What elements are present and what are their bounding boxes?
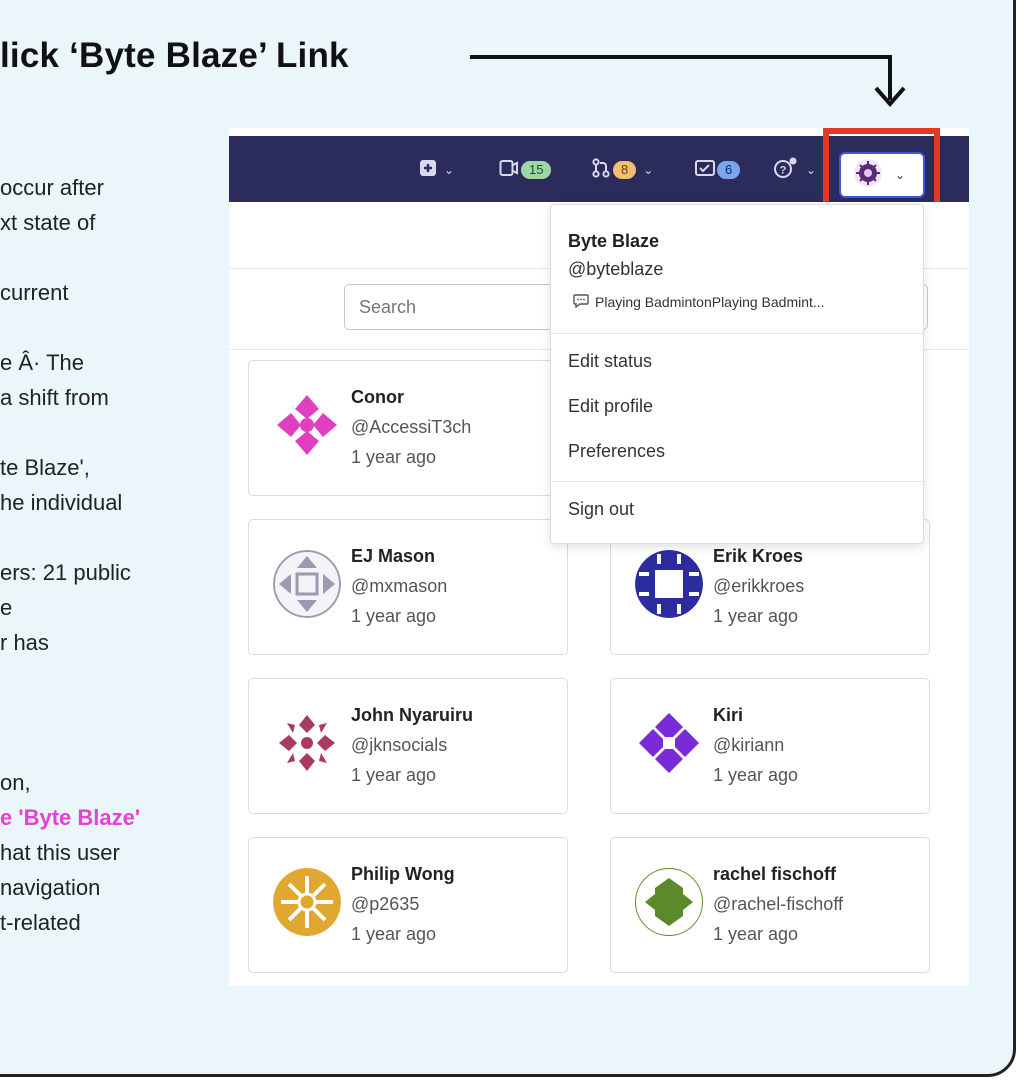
user-joined-time: 1 year ago — [351, 606, 437, 626]
explanation-line: on, — [0, 770, 31, 795]
explanation-line — [0, 310, 190, 345]
explanation-line — [0, 240, 190, 275]
svg-text:?: ? — [780, 164, 787, 176]
user-card[interactable]: John Nyaruiru @jknsocials 1 year ago — [248, 678, 568, 814]
plus-square-icon — [419, 159, 437, 182]
user-avatar — [635, 550, 703, 618]
user-card[interactable]: rachel fischoff @rachel-fischoff 1 year … — [610, 837, 930, 973]
user-avatar — [273, 550, 341, 618]
status-text: Playing BadmintonPlaying Badmint... — [595, 294, 825, 310]
dropdown-user-handle[interactable]: @byteblaze — [568, 259, 663, 280]
explanation-line: ers: 21 public — [0, 560, 131, 585]
user-handle: @rachel-fischoff — [713, 894, 843, 914]
user-name: EJ Mason — [351, 546, 436, 566]
merge-requests-count-badge: 8 — [613, 161, 637, 179]
user-card[interactable]: EJ Mason @mxmason 1 year ago — [248, 519, 568, 655]
todos-button[interactable]: 6 — [695, 158, 741, 182]
user-card[interactable]: Conor @AccessiT3ch 1 year ago — [248, 360, 568, 496]
user-handle: @p2635 — [351, 894, 420, 914]
help-dropdown[interactable]: ? ⌄ — [773, 157, 817, 184]
new-item-dropdown[interactable]: ⌄ — [419, 158, 454, 182]
explanation-line: occur after — [0, 175, 104, 200]
explanation-line: a shift from — [0, 385, 109, 410]
explanation-line: e — [0, 595, 13, 620]
user-handle: @kiriann — [713, 735, 785, 755]
explanation-line: te Blaze', — [0, 455, 90, 480]
user-menu-dropdown: Byte Blaze @byteblaze Playing BadmintonP… — [550, 204, 924, 544]
user-handle: @erikkroes — [713, 576, 805, 596]
explanation-line: current — [0, 280, 69, 305]
user-joined-time: 1 year ago — [713, 765, 799, 785]
user-avatar — [273, 709, 341, 777]
user-joined-time: 1 year ago — [351, 924, 437, 944]
explanation-line — [0, 660, 190, 695]
user-avatar — [635, 709, 703, 777]
user-name: Conor — [351, 387, 404, 407]
merge-requests-dropdown[interactable]: 8 ⌄ — [591, 157, 654, 183]
issues-button[interactable]: 15 — [499, 158, 552, 182]
explanation-line: he individual — [0, 490, 123, 515]
todo-check-icon — [695, 159, 715, 182]
chevron-down-icon: ⌄ — [806, 163, 817, 177]
user-handle: @jknsocials — [351, 735, 448, 755]
issues-icon — [499, 159, 519, 182]
app-screenshot: ⌄ 15 8 ⌄ 6 ? ⌄ ⌄ Search Conor @AccessiT3… — [229, 128, 969, 986]
user-joined-time: 1 year ago — [713, 606, 799, 626]
issues-count-badge: 15 — [521, 161, 552, 179]
instruction-headline: lick ‘Byte Blaze’ Link — [0, 36, 349, 75]
edit-status-menu-item[interactable]: Edit status — [568, 351, 652, 372]
user-card[interactable]: Philip Wong @p2635 1 year ago — [248, 837, 568, 973]
speech-bubble-icon — [573, 293, 589, 311]
user-name: Kiri — [713, 705, 744, 725]
user-handle: @mxmason — [351, 576, 448, 596]
preferences-menu-item[interactable]: Preferences — [568, 441, 665, 462]
chevron-down-icon: ⌄ — [643, 163, 654, 177]
dropdown-user-name-link[interactable]: Byte Blaze — [568, 231, 659, 252]
dropdown-user-status: Playing BadmintonPlaying Badmint... — [573, 293, 825, 311]
user-card[interactable]: Kiri @kiriann 1 year ago — [610, 678, 930, 814]
user-joined-time: 1 year ago — [351, 447, 437, 467]
merge-request-icon — [591, 157, 611, 183]
explanation-line: e Â· The — [0, 350, 84, 375]
explanation-line — [0, 695, 190, 730]
explanation-line: hat this user — [0, 840, 120, 865]
explanation-highlight: e 'Byte Blaze' — [0, 805, 141, 830]
user-name: rachel fischoff — [713, 864, 837, 884]
explanation-line — [0, 730, 190, 765]
user-name: Erik Kroes — [713, 546, 804, 566]
user-name: Philip Wong — [351, 864, 455, 884]
todos-count-badge: 6 — [717, 161, 741, 179]
explanation-line: navigation — [0, 875, 101, 900]
user-joined-time: 1 year ago — [713, 924, 799, 944]
explanation-line — [0, 520, 190, 555]
user-avatar — [273, 391, 341, 459]
explanation-line: t-related — [0, 910, 81, 935]
divider — [551, 481, 923, 482]
user-avatar — [635, 868, 703, 936]
user-avatar — [273, 868, 341, 936]
top-navbar: ⌄ 15 8 ⌄ 6 ? ⌄ ⌄ — [229, 128, 969, 216]
user-handle: @AccessiT3ch — [351, 417, 472, 437]
chevron-down-icon: ⌄ — [444, 163, 455, 177]
explanation-text: occur after xt state of current e Â· The… — [0, 170, 190, 940]
explanation-line: xt state of — [0, 210, 96, 235]
user-joined-time: 1 year ago — [351, 765, 437, 785]
divider — [551, 333, 923, 334]
user-name: John Nyaruiru — [351, 705, 474, 725]
help-question-icon: ? — [773, 157, 799, 184]
edit-profile-menu-item[interactable]: Edit profile — [568, 396, 653, 417]
explanation-line: r has — [0, 630, 49, 655]
sign-out-menu-item[interactable]: Sign out — [568, 499, 634, 520]
explanation-line — [0, 415, 190, 450]
